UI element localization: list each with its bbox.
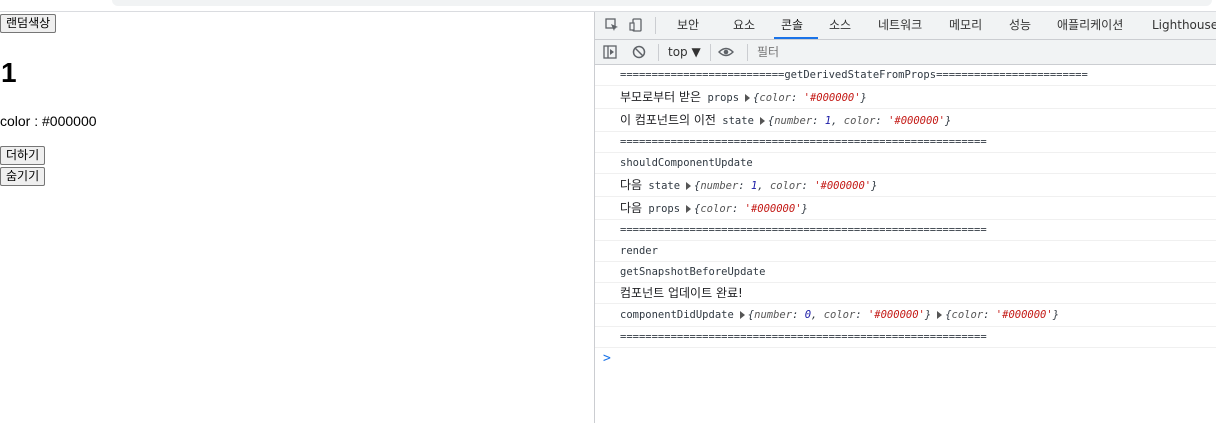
object-preview[interactable]: {color: '#000000'} xyxy=(694,203,808,215)
object-preview[interactable]: {number: 1, color: '#000000'} xyxy=(694,180,877,192)
log-text: render xyxy=(620,245,658,257)
log-text: ========================================… xyxy=(620,331,987,343)
log-text: componentDidUpdate xyxy=(620,309,734,321)
object-preview[interactable]: {number: 0, color: '#000000'} xyxy=(748,309,931,321)
tab-network[interactable]: 네트워크 xyxy=(878,12,922,39)
object-preview[interactable]: {color: '#000000'} xyxy=(945,309,1059,321)
console-line: ========================================… xyxy=(595,327,1216,348)
tab-security[interactable]: 보안 xyxy=(677,12,699,39)
tab-lighthouse[interactable]: Lighthouse xyxy=(1152,12,1216,39)
console-line: 부모로부터 받은 props {color: '#000000'} xyxy=(595,86,1216,109)
toolbar-separator xyxy=(747,44,748,61)
console-log: ==========================getDerivedStat… xyxy=(595,65,1216,370)
tab-performance[interactable]: 성능 xyxy=(1009,12,1031,39)
prompt-chevron-icon: > xyxy=(603,351,611,366)
expand-triangle-icon[interactable] xyxy=(745,94,751,102)
expand-triangle-icon[interactable] xyxy=(686,205,692,213)
log-text: state xyxy=(648,180,681,192)
log-text: 이 컴포넌트의 이전 xyxy=(620,113,716,127)
console-line: render xyxy=(595,241,1216,262)
log-text: 다음 xyxy=(620,178,643,192)
devtools-panel: 보안 요소 콘솔 소스 네트워크 메모리 성능 애플리케이션 Lighthous… xyxy=(594,12,1216,423)
expand-triangle-icon[interactable] xyxy=(759,117,765,125)
tab-sources[interactable]: 소스 xyxy=(829,12,851,39)
console-line: ========================================… xyxy=(595,220,1216,241)
log-text: ========================================… xyxy=(620,136,987,148)
app-page: 랜덤색상 1 color : #000000 더하기 숨기기 xyxy=(0,12,594,423)
color-text: color : #000000 xyxy=(0,113,97,129)
console-filter-input[interactable] xyxy=(757,42,957,62)
toolbar-separator xyxy=(658,44,659,61)
log-text: shouldComponentUpdate xyxy=(620,157,753,169)
tab-application[interactable]: 애플리케이션 xyxy=(1057,12,1123,39)
log-text: 부모로부터 받은 xyxy=(620,90,702,104)
inspect-icon[interactable] xyxy=(605,18,619,32)
log-text: 컴포넌트 업데이트 완료! xyxy=(620,286,743,300)
log-text: 다음 xyxy=(620,201,643,215)
random-color-button[interactable]: 랜덤색상 xyxy=(0,14,57,33)
clear-console-icon[interactable] xyxy=(632,45,646,59)
active-tab-indicator xyxy=(774,37,818,39)
eye-icon[interactable] xyxy=(718,45,734,59)
expand-triangle-icon[interactable] xyxy=(686,182,692,190)
object-preview[interactable]: {number: 1, color: '#000000'} xyxy=(768,115,951,127)
log-text: props xyxy=(707,92,740,104)
console-line: 이 컴포넌트의 이전 state {number: 1, color: '#000… xyxy=(595,109,1216,132)
tab-console[interactable]: 콘솔 xyxy=(781,12,803,39)
log-text: props xyxy=(648,203,681,215)
log-text: getSnapshotBeforeUpdate xyxy=(620,266,766,278)
tab-elements[interactable]: 요소 xyxy=(733,12,755,39)
browser-top-strip xyxy=(0,0,1216,12)
console-line: ==========================getDerivedStat… xyxy=(595,65,1216,86)
toolbar-separator xyxy=(710,44,711,61)
log-text: ========================================… xyxy=(620,224,987,236)
toolbar-separator xyxy=(655,17,656,34)
expand-triangle-icon[interactable] xyxy=(937,311,943,319)
object-preview[interactable]: {color: '#000000'} xyxy=(753,92,867,104)
devtools-tab-bar: 보안 요소 콘솔 소스 네트워크 메모리 성능 애플리케이션 Lighthous… xyxy=(595,12,1216,40)
console-line: ========================================… xyxy=(595,132,1216,153)
console-line: componentDidUpdate {number: 0, color: '#0… xyxy=(595,304,1216,327)
sidebar-toggle-icon[interactable] xyxy=(603,45,617,59)
counter-number: 1 xyxy=(1,57,17,88)
console-line: 다음 state {number: 1, color: '#000000'} xyxy=(595,174,1216,197)
console-toolbar: top ▼ xyxy=(595,40,1216,65)
log-text: state xyxy=(722,115,754,127)
console-line: getSnapshotBeforeUpdate xyxy=(595,262,1216,283)
hide-button[interactable]: 숨기기 xyxy=(0,167,46,186)
console-line: shouldComponentUpdate xyxy=(595,153,1216,174)
add-button[interactable]: 더하기 xyxy=(0,146,46,165)
tab-memory[interactable]: 메모리 xyxy=(949,12,982,39)
console-line: 컴포넌트 업데이트 완료! xyxy=(595,283,1216,304)
address-bar-edge xyxy=(112,0,1212,6)
context-selector[interactable]: top ▼ xyxy=(668,40,701,64)
console-prompt[interactable]: > xyxy=(595,348,1216,370)
log-text: ==========================getDerivedStat… xyxy=(620,69,1088,81)
expand-triangle-icon[interactable] xyxy=(739,311,745,319)
device-toggle-icon[interactable] xyxy=(629,18,643,32)
console-line: 다음 props {color: '#000000'} xyxy=(595,197,1216,220)
